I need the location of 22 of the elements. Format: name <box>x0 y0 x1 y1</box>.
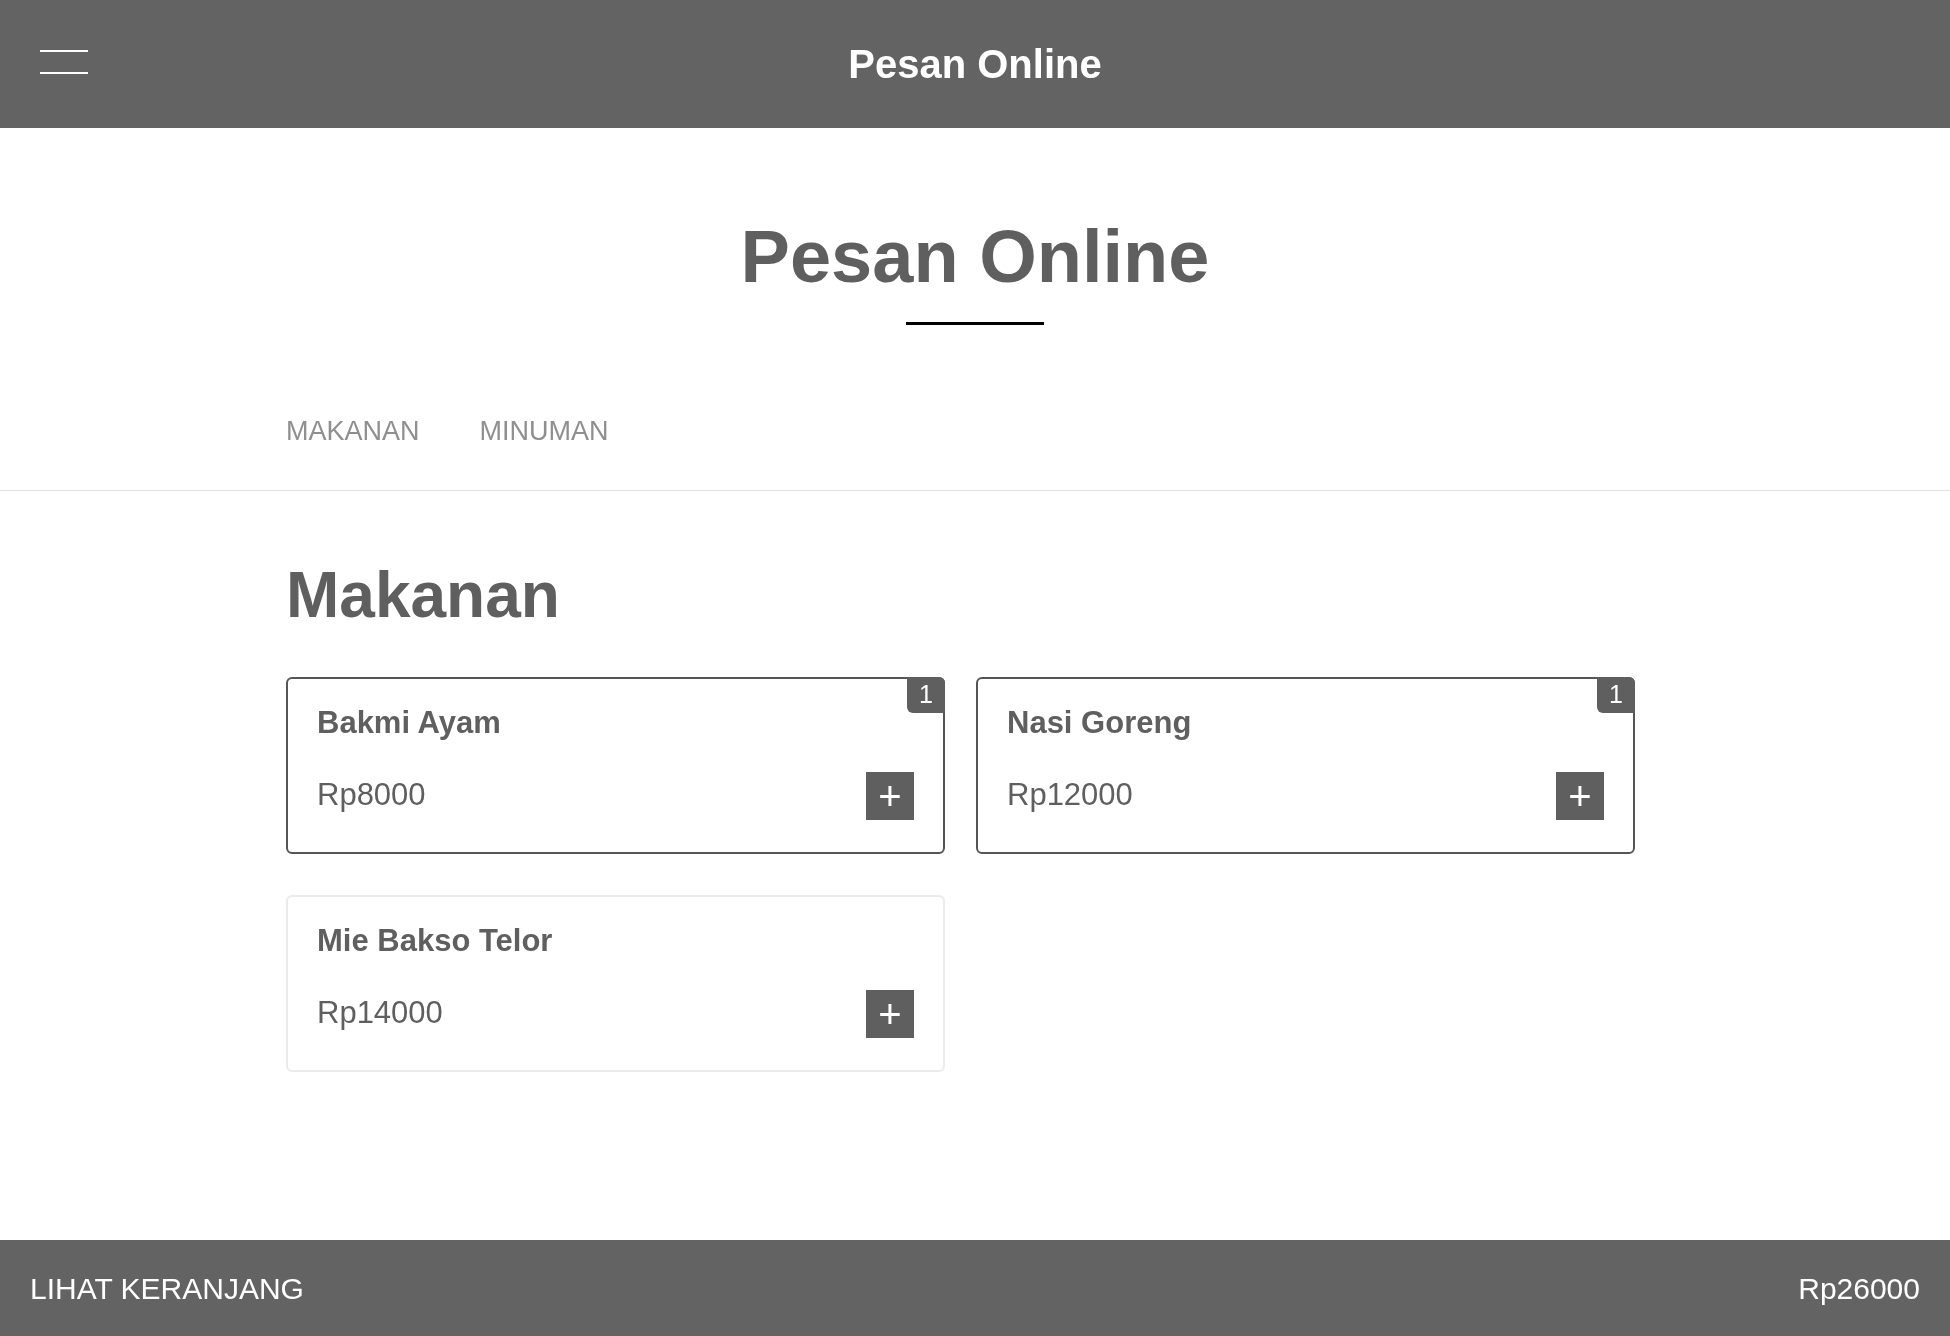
item-price: Rp8000 <box>317 776 426 815</box>
view-cart-link[interactable]: LIHAT KERANJANG <box>30 1265 304 1311</box>
item-price: Rp12000 <box>1007 776 1133 815</box>
item-name: Bakmi Ayam <box>317 706 502 738</box>
add-button[interactable]: + <box>866 771 914 820</box>
cart-total: Rp26000 <box>1798 1270 1920 1307</box>
app-title: Pesan Online <box>848 41 1102 88</box>
add-button[interactable]: + <box>1556 771 1604 820</box>
menu-icon[interactable] <box>40 50 88 74</box>
section-title: Makanan <box>286 562 561 627</box>
quantity-badge: 1 <box>1597 676 1635 713</box>
add-button[interactable]: + <box>866 989 914 1038</box>
menu-item-card[interactable]: Bakmi Ayam Rp8000 + 1 <box>286 676 945 854</box>
page-title: Pesan Online <box>740 220 1210 294</box>
item-name: Nasi Goreng <box>1007 706 1193 738</box>
item-price: Rp14000 <box>317 994 443 1033</box>
item-name: Mie Bakso Telor <box>317 924 554 956</box>
category-tab[interactable]: MINUMAN <box>479 411 609 452</box>
menu-item-card[interactable]: Nasi Goreng Rp12000 + 1 <box>976 676 1635 854</box>
category-tab[interactable]: MAKANAN <box>286 411 420 452</box>
quantity-badge: 1 <box>907 676 945 713</box>
menu-item-card[interactable]: Mie Bakso Telor Rp14000 + <box>286 894 945 1072</box>
